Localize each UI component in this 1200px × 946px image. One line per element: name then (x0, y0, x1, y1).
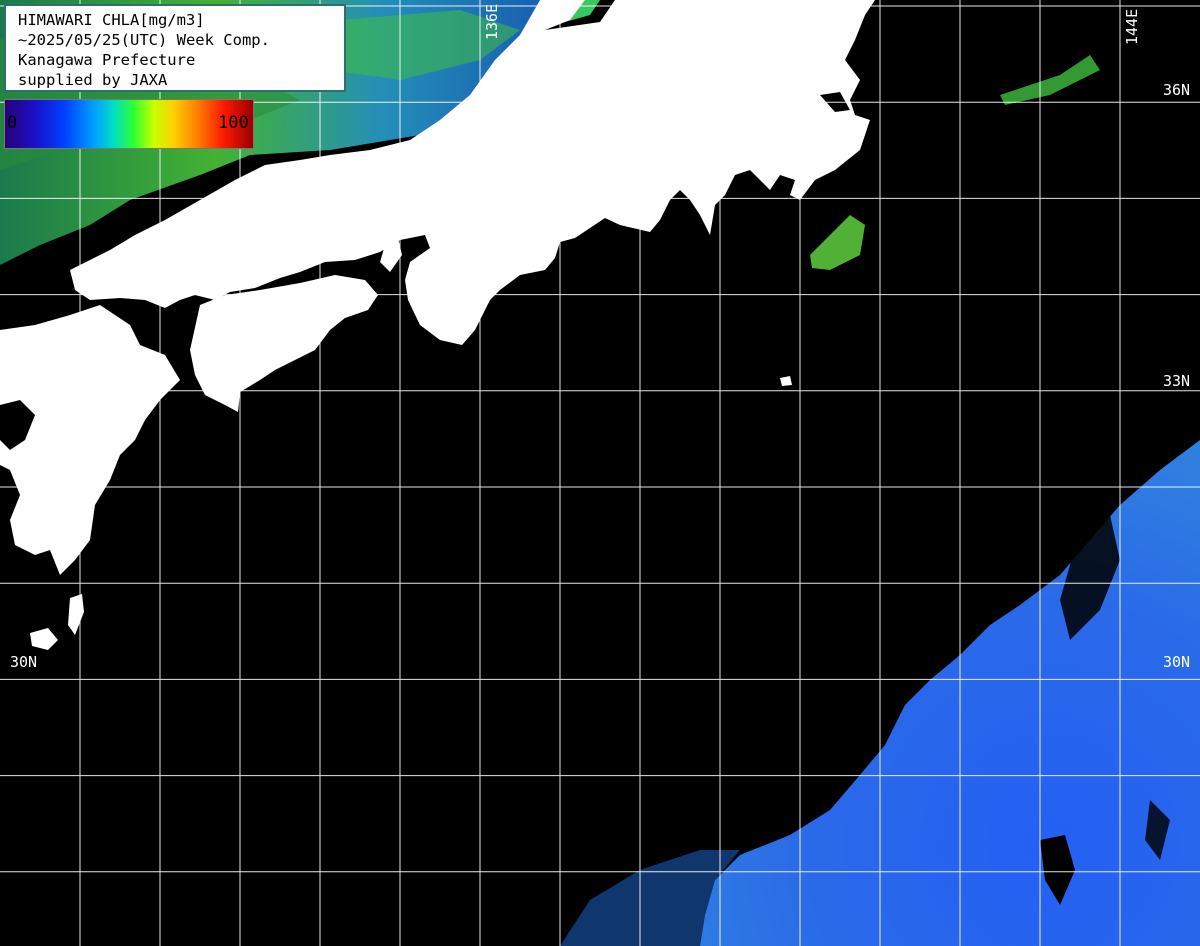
lat-30-left-label: 30N (10, 653, 37, 671)
colorbar-max-label: 100 (218, 113, 249, 133)
title-line-4: supplied by JAXA (18, 71, 168, 89)
colorbar (4, 99, 254, 149)
title-line-2: ~2025/05/25(UTC) Week Comp. (18, 31, 270, 49)
lat-33-left-label: 33 (10, 372, 28, 390)
lat-33-label: 33N (1163, 372, 1190, 390)
lat-36-label: 36N (1163, 81, 1190, 99)
title-line-1: HIMAWARI CHLA[mg/m3] (18, 11, 205, 29)
lon-136-label: 136E (483, 4, 501, 40)
map-title-box: HIMAWARI CHLA[mg/m3] ~2025/05/25(UTC) We… (4, 4, 346, 92)
colorbar-min-label: 0 (7, 113, 18, 133)
lat-30-label: 30N (1163, 653, 1190, 671)
lon-144-label: 144E (1123, 9, 1141, 45)
title-line-3: Kanagawa Prefecture (18, 51, 196, 69)
